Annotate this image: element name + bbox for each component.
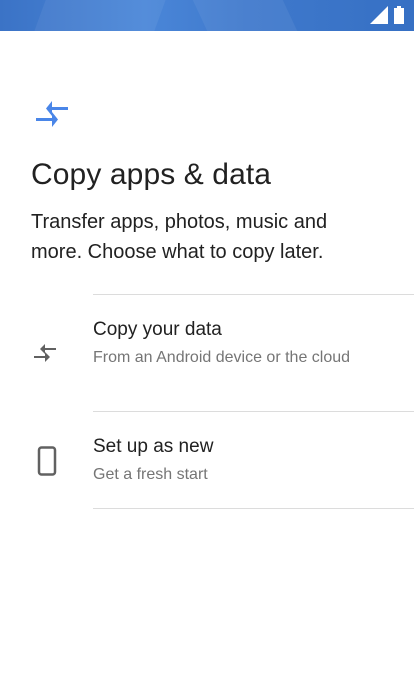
set-up-as-new-option[interactable]: Set up as new Get a fresh start bbox=[0, 412, 414, 508]
option-subtitle: From an Android device or the cloud bbox=[93, 349, 351, 366]
signal-icon bbox=[370, 6, 388, 24]
page-subtitle: Transfer apps, photos, music and more. C… bbox=[31, 211, 328, 263]
transfer-arrows-icon bbox=[36, 101, 68, 127]
phone-icon bbox=[37, 446, 57, 476]
transfer-arrows-icon bbox=[34, 344, 56, 362]
copy-your-data-option[interactable]: Copy your data From an Android device or… bbox=[0, 295, 414, 411]
battery-icon bbox=[394, 6, 404, 24]
option-title: Set up as new bbox=[93, 436, 214, 457]
status-bar bbox=[0, 0, 414, 31]
option-subtitle: Get a fresh start bbox=[93, 466, 208, 483]
divider bbox=[93, 508, 414, 509]
option-title: Copy your data bbox=[93, 319, 222, 340]
page-title: Copy apps & data bbox=[31, 158, 272, 191]
status-icons bbox=[370, 6, 404, 24]
